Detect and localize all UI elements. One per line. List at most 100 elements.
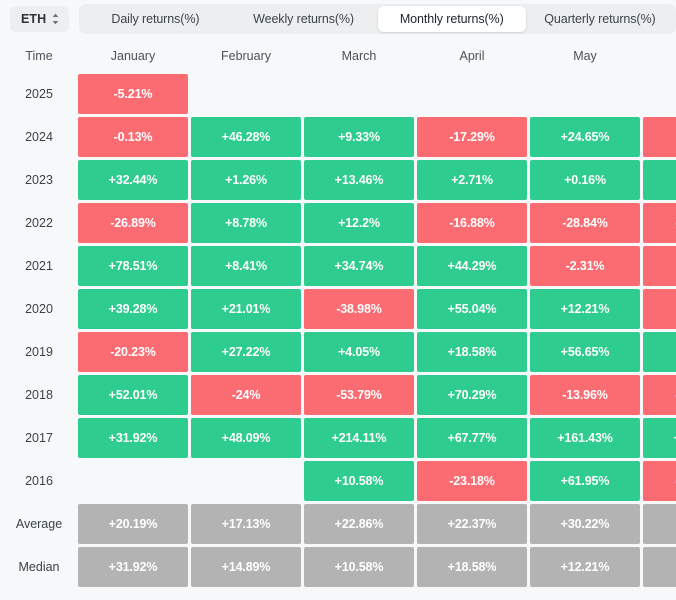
summary-row: Average+20.19%+17.13%+22.86%+22.37%+30.2… xyxy=(3,504,676,544)
row-label-2021: 2021 xyxy=(3,246,75,286)
return-cell-2025-february xyxy=(191,74,301,114)
return-cell-average-january: +20.19% xyxy=(78,504,188,544)
return-cell-2017-january: +31.92% xyxy=(78,418,188,458)
return-cell-2022-february: +8.78% xyxy=(191,203,301,243)
row-label-median: Median xyxy=(3,547,75,587)
return-cell-2017-april: +67.77% xyxy=(417,418,527,458)
row-label-average: Average xyxy=(3,504,75,544)
monthly-returns-table: Time January February March April May Ju… xyxy=(0,38,676,590)
column-header-january: January xyxy=(78,41,188,71)
table-body: 2025-5.21%2024-0.13%+46.28%+9.33%-17.29%… xyxy=(3,74,676,587)
return-cell-2021-march: +34.74% xyxy=(304,246,414,286)
row-label-2016: 2016 xyxy=(3,461,75,501)
return-cell-2018-february: -24% xyxy=(191,375,301,415)
return-cell-2021-february: +8.41% xyxy=(191,246,301,286)
monthly-returns-app: ETH Daily returns(%) Weekly returns(%) M… xyxy=(0,0,676,600)
column-header-time: Time xyxy=(3,41,75,71)
tab-quarterly-returns[interactable]: Quarterly returns(%) xyxy=(526,6,674,32)
return-cell-average-may: +30.22% xyxy=(530,504,640,544)
table-row: 2022-26.89%+8.78%+12.2%-16.88%-28.84%-44… xyxy=(3,203,676,243)
tab-weekly-returns[interactable]: Weekly returns(%) xyxy=(229,6,377,32)
column-header-may: May xyxy=(530,41,640,71)
return-cell-2019-march: +4.05% xyxy=(304,332,414,372)
return-cell-2018-june: -21.34% xyxy=(643,375,676,415)
table-header-row: Time January February March April May Ju… xyxy=(3,41,676,71)
return-cell-median-june: -8.68% xyxy=(643,547,676,587)
return-cell-2025-january: -5.21% xyxy=(78,74,188,114)
return-cell-2019-june: +8.86% xyxy=(643,332,676,372)
row-label-2020: 2020 xyxy=(3,289,75,329)
asset-selector[interactable]: ETH xyxy=(10,6,69,32)
return-cell-2024-february: +46.28% xyxy=(191,117,301,157)
return-cell-2020-january: +39.28% xyxy=(78,289,188,329)
return-cell-2025-march xyxy=(304,74,414,114)
column-header-march: March xyxy=(304,41,414,71)
return-cell-2016-may: +61.95% xyxy=(530,461,640,501)
tab-quarterly-returns-label: Quarterly returns(%) xyxy=(544,12,655,26)
return-cell-average-february: +17.13% xyxy=(191,504,301,544)
return-cell-2017-june: +26.19% xyxy=(643,418,676,458)
returns-table-container: Time January February March April May Ju… xyxy=(0,38,676,600)
tab-monthly-returns[interactable]: Monthly returns(%) xyxy=(378,6,526,32)
return-cell-average-june: -7.44% xyxy=(643,504,676,544)
return-cell-median-march: +10.58% xyxy=(304,547,414,587)
return-cell-2025-june xyxy=(643,74,676,114)
return-cell-median-january: +31.92% xyxy=(78,547,188,587)
return-cell-2017-february: +48.09% xyxy=(191,418,301,458)
return-cell-2024-may: +24.65% xyxy=(530,117,640,157)
tab-daily-returns[interactable]: Daily returns(%) xyxy=(81,6,229,32)
return-cell-2020-february: +21.01% xyxy=(191,289,301,329)
return-cell-2023-january: +32.44% xyxy=(78,160,188,200)
return-cell-2022-march: +12.2% xyxy=(304,203,414,243)
table-row: 2023+32.44%+1.26%+13.46%+2.71%+0.16%+3.2… xyxy=(3,160,676,200)
return-cell-2024-april: -17.29% xyxy=(417,117,527,157)
row-label-2024: 2024 xyxy=(3,117,75,157)
return-cell-2021-june: -15.9% xyxy=(643,246,676,286)
column-header-february: February xyxy=(191,41,301,71)
return-cell-2024-march: +9.33% xyxy=(304,117,414,157)
table-row: 2017+31.92%+48.09%+214.11%+67.77%+161.43… xyxy=(3,418,676,458)
tab-weekly-returns-label: Weekly returns(%) xyxy=(253,12,354,26)
return-cell-2023-february: +1.26% xyxy=(191,160,301,200)
return-cell-2025-may xyxy=(530,74,640,114)
return-cell-median-february: +14.89% xyxy=(191,547,301,587)
column-header-june: June xyxy=(643,41,676,71)
up-down-chevron-icon xyxy=(51,12,60,26)
row-label-2018: 2018 xyxy=(3,375,75,415)
table-row: 2016+10.58%-23.18%+61.95%-12.18% xyxy=(3,461,676,501)
return-cell-median-may: +12.21% xyxy=(530,547,640,587)
summary-row: Median+31.92%+14.89%+10.58%+18.58%+12.21… xyxy=(3,547,676,587)
return-cell-2022-april: -16.88% xyxy=(417,203,527,243)
table-row: 2024-0.13%+46.28%+9.33%-17.29%+24.65%-8.… xyxy=(3,117,676,157)
return-cell-2016-january xyxy=(78,461,188,501)
return-cell-2023-may: +0.16% xyxy=(530,160,640,200)
return-cell-2022-january: -26.89% xyxy=(78,203,188,243)
row-label-2022: 2022 xyxy=(3,203,75,243)
return-cell-2019-april: +18.58% xyxy=(417,332,527,372)
tab-daily-returns-label: Daily returns(%) xyxy=(111,12,199,26)
return-cell-2018-april: +70.29% xyxy=(417,375,527,415)
return-cell-2020-march: -38.98% xyxy=(304,289,414,329)
table-row: 2020+39.28%+21.01%-38.98%+55.04%+12.21%-… xyxy=(3,289,676,329)
return-cell-2019-january: -20.23% xyxy=(78,332,188,372)
table-row: 2025-5.21% xyxy=(3,74,676,114)
return-cell-2016-march: +10.58% xyxy=(304,461,414,501)
return-cell-average-march: +22.86% xyxy=(304,504,414,544)
return-cell-2025-april xyxy=(417,74,527,114)
returns-period-tabs: Daily returns(%) Weekly returns(%) Month… xyxy=(79,4,676,34)
return-cell-2022-june: -44.79% xyxy=(643,203,676,243)
return-cell-2024-june: -8.68% xyxy=(643,117,676,157)
table-row: 2018+52.01%-24%-53.79%+70.29%-13.96%-21.… xyxy=(3,375,676,415)
return-cell-average-april: +22.37% xyxy=(417,504,527,544)
table-head: Time January February March April May Ju… xyxy=(3,41,676,71)
return-cell-2020-june: -2.42% xyxy=(643,289,676,329)
return-cell-2024-january: -0.13% xyxy=(78,117,188,157)
return-cell-2023-april: +2.71% xyxy=(417,160,527,200)
row-label-2025: 2025 xyxy=(3,74,75,114)
return-cell-2020-may: +12.21% xyxy=(530,289,640,329)
return-cell-2023-june: +3.29% xyxy=(643,160,676,200)
tab-monthly-returns-label: Monthly returns(%) xyxy=(400,12,504,26)
row-label-2019: 2019 xyxy=(3,332,75,372)
return-cell-2019-february: +27.22% xyxy=(191,332,301,372)
column-header-april: April xyxy=(417,41,527,71)
